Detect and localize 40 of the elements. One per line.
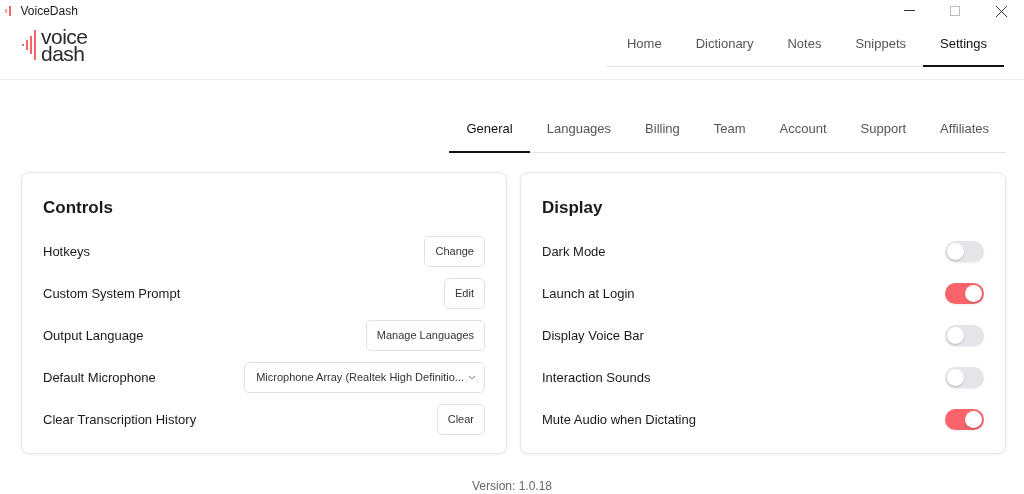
nav-tab[interactable]: Account — [762, 110, 844, 153]
toggle-switch[interactable] — [945, 367, 984, 388]
setting-label: Default Microphone — [43, 368, 156, 387]
toggle-switch[interactable] — [945, 325, 984, 346]
action-button[interactable]: Edit — [444, 278, 485, 309]
card-title: Display — [542, 197, 604, 219]
setting-label: Custom System Prompt — [43, 284, 181, 303]
setting-label: Interaction Sounds — [542, 368, 651, 387]
nav-tab[interactable]: Languages — [529, 110, 629, 153]
setting-label: Launch at Login — [542, 284, 635, 303]
nav-tab[interactable]: Support — [843, 110, 924, 153]
logo-text: voice dash — [41, 28, 88, 62]
microphone-dropdown[interactable]: Microphone Array (Realtek High Definitio... — [244, 362, 485, 393]
nav-tab[interactable]: Billing — [628, 110, 697, 153]
setting-label: Mute Audio when Dictating — [542, 410, 696, 429]
nav-tab[interactable]: Affiliates — [923, 110, 1006, 153]
action-button[interactable]: Clear — [436, 404, 485, 435]
soundwave-icon — [22, 30, 38, 60]
nav-tab[interactable]: General — [449, 110, 530, 153]
card-title: Controls — [43, 197, 114, 219]
app-icon — [4, 5, 14, 17]
nav-tab[interactable]: Team — [696, 110, 763, 153]
setting-label: Display Voice Bar — [542, 326, 644, 345]
setting-label: Dark Mode — [542, 242, 606, 261]
nav-tab[interactable]: Settings — [923, 25, 1004, 67]
action-button[interactable]: Manage Languages — [365, 320, 485, 351]
window-title: VoiceDash — [20, 3, 78, 20]
nav-tab[interactable]: Home — [609, 25, 679, 67]
setting-label: Hotkeys — [43, 242, 90, 261]
nav-tab[interactable]: Snippets — [838, 25, 923, 67]
setting-label: Clear Transcription History — [43, 410, 197, 429]
nav-tab[interactable]: Notes — [770, 25, 839, 67]
chevron-down-icon — [468, 375, 476, 380]
toggle-switch[interactable] — [945, 283, 984, 304]
action-button[interactable]: Change — [424, 236, 485, 267]
toggle-switch[interactable] — [945, 241, 984, 262]
setting-label: Output Language — [43, 326, 144, 345]
nav-tab[interactable]: Dictionary — [678, 25, 771, 67]
toggle-switch[interactable] — [945, 409, 984, 430]
version-text: Version: 1.0.18 — [471, 478, 553, 493]
